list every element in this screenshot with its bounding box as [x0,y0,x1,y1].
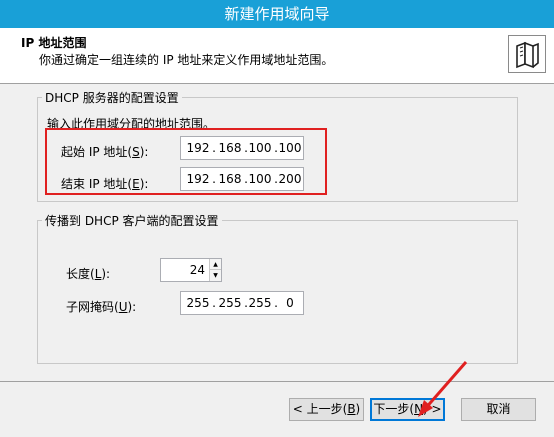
spin-down-icon[interactable]: ▼ [210,270,221,281]
back-button-text: < 上一步( [292,402,348,416]
next-button-end: ) > [423,402,442,416]
back-button-end: ) [355,402,361,416]
client-config-legend: 传播到 DHCP 客户端的配置设置 [45,214,219,228]
wizard-book-icon [508,35,546,73]
mask-octet-2: 255 [218,296,242,310]
length-label-end: ): [101,267,111,281]
subnet-mask-label-end: ): [127,300,137,314]
mask-octet-1: 255 [186,296,210,310]
cancel-button[interactable]: 取消 [461,398,536,421]
page-title: IP 地址范围 [21,36,87,50]
length-label: 长度(L): [66,265,110,282]
subnet-mask-label-text: 子网掩码( [66,300,119,314]
subnet-mask-label: 子网掩码(U): [66,298,136,315]
length-spinner[interactable]: 24 ▲ ▼ [160,258,222,282]
length-label-text: 长度( [66,267,95,281]
next-button-text: 下一步( [373,402,415,416]
footer-divider [0,381,554,382]
length-value: 24 [189,263,205,277]
highlight-box [45,128,327,195]
back-button-key: B [347,402,356,416]
spinner-arrows: ▲ ▼ [209,259,221,281]
window-title: 新建作用域向导 [0,0,554,28]
wizard-header: IP 地址范围 你通过确定一组连续的 IP 地址来定义作用域地址范围。 [0,28,554,84]
page-description: 你通过确定一组连续的 IP 地址来定义作用域地址范围。 [39,53,334,67]
mask-octet-4: 0 [286,296,294,310]
dhcp-config-legend: DHCP 服务器的配置设置 [45,91,179,105]
subnet-mask-input[interactable]: 255 . 255 . 255 . 0 [180,291,304,315]
spin-up-icon[interactable]: ▲ [210,259,221,270]
next-button[interactable]: 下一步(N) > [370,398,445,421]
mask-octet-3: 255 [248,296,272,310]
next-button-key: N [414,402,424,416]
back-button[interactable]: < 上一步(B) [289,398,364,421]
client-config-group: 传播到 DHCP 客户端的配置设置 [37,212,518,364]
